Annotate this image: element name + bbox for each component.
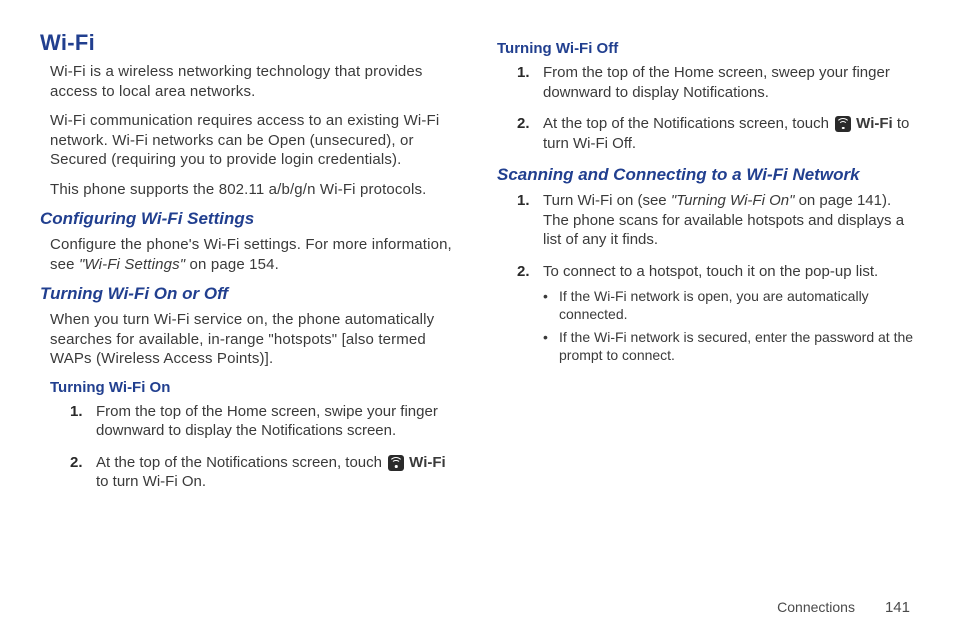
wifi-chip: Wi-Fi xyxy=(833,114,893,134)
heading-turning-wifi-off: Turning Wi-Fi Off xyxy=(497,40,914,57)
step-item: 1. From the top of the Home screen, swip… xyxy=(70,402,457,441)
intro-paragraph-3: This phone supports the 802.11 a/b/g/n W… xyxy=(50,180,457,200)
on-off-intro-paragraph: When you turn Wi-Fi service on, the phon… xyxy=(50,310,457,369)
step-text: From the top of the Home screen, swipe y… xyxy=(96,403,438,440)
sub-bullets: If the Wi-Fi network is open, you are au… xyxy=(543,287,914,364)
wifi-chip: Wi-Fi xyxy=(386,453,446,473)
step-item: 2. At the top of the Notifications scree… xyxy=(517,114,914,153)
step-text: From the top of the Home screen, sweep y… xyxy=(543,64,890,101)
step-number: 1. xyxy=(517,191,530,211)
intro-paragraph-1: Wi-Fi is a wireless networking technolog… xyxy=(50,62,457,101)
text: At the top of the Notifications screen, … xyxy=(96,454,386,471)
wifi-on-steps: 1. From the top of the Home screen, swip… xyxy=(70,402,457,492)
heading-turning-wifi-on: Turning Wi-Fi On xyxy=(50,379,457,396)
step-number: 2. xyxy=(70,453,83,473)
text: on page 154. xyxy=(185,256,279,273)
heading-turning-wifi-on-or-off: Turning Wi-Fi On or Off xyxy=(40,284,457,304)
cross-reference: "Turning Wi-Fi On" xyxy=(671,192,795,209)
step-text: Turn Wi-Fi on (see "Turning Wi-Fi On" on… xyxy=(543,192,904,248)
text: to turn Wi-Fi On. xyxy=(96,473,206,490)
text: At the top of the Notifications screen, … xyxy=(543,115,833,132)
right-column: Turning Wi-Fi Off 1. From the top of the… xyxy=(497,30,914,591)
step-number: 2. xyxy=(517,262,530,282)
wifi-icon xyxy=(835,116,851,132)
left-column: Wi-Fi Wi-Fi is a wireless networking tec… xyxy=(40,30,457,591)
wifi-label: Wi-Fi xyxy=(856,114,893,134)
manual-page: Wi-Fi Wi-Fi is a wireless networking tec… xyxy=(0,0,954,636)
heading-wifi: Wi-Fi xyxy=(40,30,457,56)
step-number: 1. xyxy=(70,402,83,422)
text: Turn Wi-Fi on (see xyxy=(543,192,671,209)
intro-paragraph-2: Wi-Fi communication requires access to a… xyxy=(50,111,457,170)
wifi-off-steps: 1. From the top of the Home screen, swee… xyxy=(517,63,914,153)
two-column-layout: Wi-Fi Wi-Fi is a wireless networking tec… xyxy=(40,30,914,591)
scanning-steps: 1. Turn Wi-Fi on (see "Turning Wi-Fi On"… xyxy=(517,191,914,364)
cross-reference: "Wi-Fi Settings" xyxy=(79,256,185,273)
heading-scanning-connecting: Scanning and Connecting to a Wi-Fi Netwo… xyxy=(497,165,914,185)
bullet-item: If the Wi-Fi network is open, you are au… xyxy=(543,287,914,323)
step-text: At the top of the Notifications screen, … xyxy=(543,115,909,152)
wifi-label: Wi-Fi xyxy=(409,453,446,473)
step-item: 1. From the top of the Home screen, swee… xyxy=(517,63,914,102)
configuring-paragraph: Configure the phone's Wi-Fi settings. Fo… xyxy=(50,235,457,274)
footer-page-number: 141 xyxy=(885,599,910,616)
step-text: To connect to a hotspot, touch it on the… xyxy=(543,263,878,280)
wifi-icon xyxy=(388,455,404,471)
step-item: 2. At the top of the Notifications scree… xyxy=(70,453,457,492)
step-text: At the top of the Notifications screen, … xyxy=(96,454,446,491)
step-number: 1. xyxy=(517,63,530,83)
step-item: 1. Turn Wi-Fi on (see "Turning Wi-Fi On"… xyxy=(517,191,914,250)
step-number: 2. xyxy=(517,114,530,134)
step-item: 2. To connect to a hotspot, touch it on … xyxy=(517,262,914,364)
footer-section-name: Connections xyxy=(777,599,855,615)
bullet-item: If the Wi-Fi network is secured, enter t… xyxy=(543,328,914,364)
page-footer: Connections 141 xyxy=(40,591,914,616)
heading-configuring-wifi-settings: Configuring Wi-Fi Settings xyxy=(40,209,457,229)
